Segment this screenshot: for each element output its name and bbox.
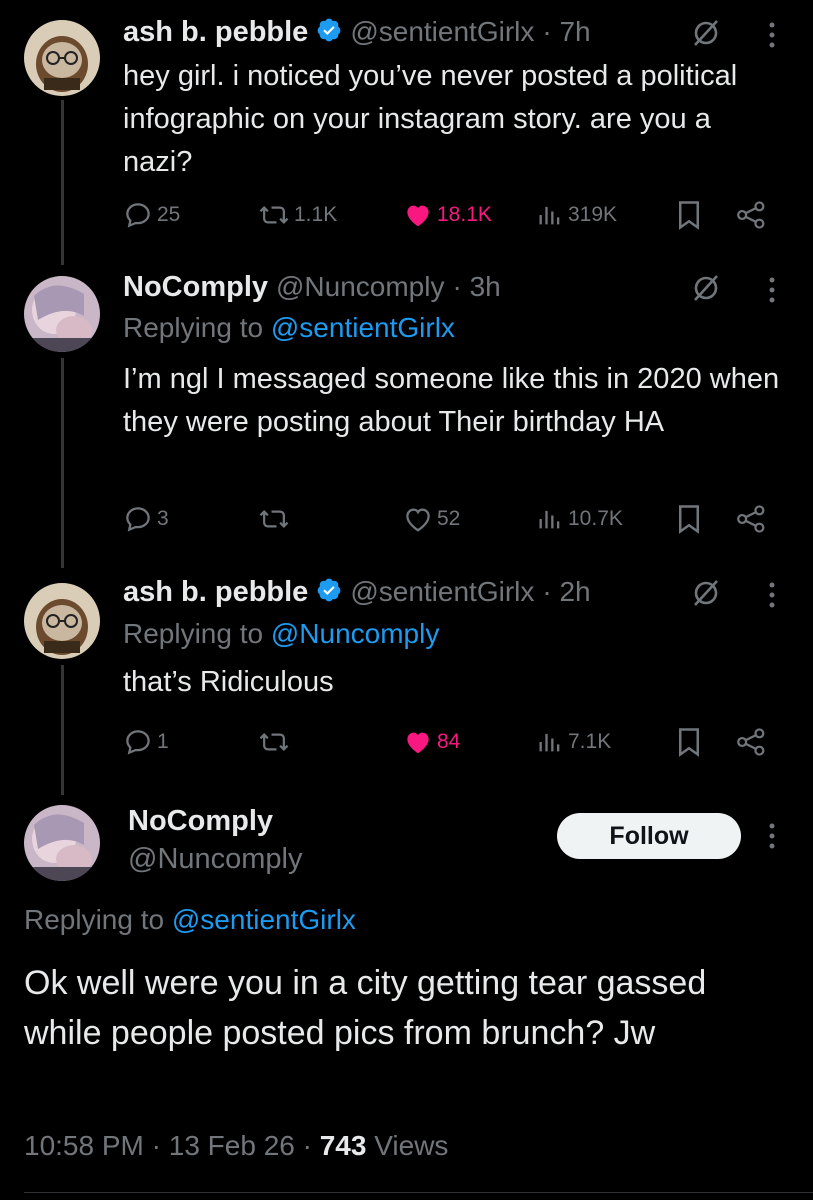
share-button[interactable]	[736, 198, 768, 232]
tweet-body: hey girl. i noticed you’ve never posted …	[123, 60, 738, 178]
like-button[interactable]: 84	[403, 725, 460, 759]
grok-icon[interactable]	[690, 17, 722, 54]
verified-badge-icon	[316, 17, 342, 48]
bookmark-icon	[676, 504, 702, 534]
display-name[interactable]: NoComply	[123, 271, 268, 304]
replying-to: Replying to @sentientGirlx	[24, 904, 356, 936]
tweet-metadata: 10:58 PM · 13 Feb 26 · 743 Views	[24, 1130, 448, 1162]
replying-label: Replying to	[123, 618, 264, 649]
more-icon[interactable]	[767, 821, 777, 856]
avatar-ash-b-pebble[interactable]	[24, 583, 100, 659]
tweet-body: I’m ngl I messaged someone like this in …	[123, 363, 780, 438]
reply-count: 1	[157, 730, 169, 753]
bookmark-button[interactable]	[676, 725, 702, 759]
views-count: 319K	[568, 203, 618, 226]
reply-button[interactable]: 1	[123, 725, 169, 759]
repost-icon	[258, 504, 290, 534]
handle[interactable]: @sentientGirlx	[350, 576, 534, 608]
bookmark-button[interactable]	[676, 502, 702, 536]
like-count: 84	[437, 730, 461, 753]
avatar-ash-b-pebble[interactable]	[24, 20, 100, 96]
thread-line	[61, 100, 64, 265]
like-button[interactable]: 52	[403, 502, 460, 536]
views-label: Views	[374, 1130, 449, 1161]
follow-button[interactable]: Follow	[557, 813, 741, 859]
timestamp[interactable]: · 3h	[452, 271, 500, 303]
replying-to: Replying to @Nuncomply	[123, 618, 439, 650]
like-icon	[403, 504, 433, 534]
like-count: 18.1K	[437, 203, 492, 226]
like-count: 52	[437, 507, 461, 530]
timestamp[interactable]: · 2h	[542, 576, 590, 608]
reply-icon	[123, 200, 153, 230]
views-count: 743	[319, 1130, 367, 1161]
views-icon	[536, 201, 564, 229]
handle[interactable]: @Nuncomply	[128, 843, 303, 876]
tweet-2-header: NoComply @Nuncomply · 3h	[123, 269, 501, 305]
grok-icon[interactable]	[690, 272, 722, 309]
display-name[interactable]: ash b. pebble	[123, 576, 308, 609]
tweet-date[interactable]: · 13 Feb 26 ·	[152, 1130, 312, 1161]
display-name[interactable]: ash b. pebble	[123, 16, 308, 49]
reply-button[interactable]: 3	[123, 502, 169, 536]
more-icon[interactable]	[767, 20, 777, 55]
tweet-1-actions: 25 1.1K 18.1K 319K	[123, 198, 773, 232]
handle[interactable]: @sentientGirlx	[350, 16, 534, 48]
tweet-3-header: ash b. pebble @sentientGirlx · 2h	[123, 574, 591, 610]
reply-count: 25	[157, 203, 181, 226]
views-count: 10.7K	[568, 507, 623, 530]
reply-count: 3	[157, 507, 169, 530]
share-icon	[736, 200, 768, 230]
replying-to: Replying to @sentientGirlx	[123, 312, 455, 344]
repost-button[interactable]	[258, 502, 294, 536]
like-icon	[403, 200, 433, 230]
views-icon	[536, 505, 564, 533]
display-name[interactable]: NoComply	[128, 805, 273, 838]
avatar-nocomply[interactable]	[24, 276, 100, 352]
grok-icon[interactable]	[690, 577, 722, 614]
like-icon	[403, 727, 433, 757]
replying-label: Replying to	[24, 904, 165, 935]
verified-badge-icon	[316, 577, 342, 608]
replying-label: Replying to	[123, 312, 264, 343]
share-button[interactable]	[736, 502, 768, 536]
share-icon	[736, 727, 768, 757]
mention-link[interactable]: @Nuncomply	[271, 618, 439, 649]
tweet-3-actions: 1 84 7.1K	[123, 725, 773, 759]
mention-link[interactable]: @sentientGirlx	[172, 904, 356, 935]
divider	[24, 1192, 813, 1193]
views-button[interactable]: 10.7K	[536, 502, 623, 536]
mention-link[interactable]: @sentientGirlx	[271, 312, 455, 343]
bookmark-button[interactable]	[676, 198, 702, 232]
share-icon	[736, 504, 768, 534]
views-count: 7.1K	[568, 730, 612, 753]
reply-icon	[123, 504, 153, 534]
bookmark-icon	[676, 727, 702, 757]
tweet-body: that’s Ridiculous	[123, 666, 334, 698]
avatar-nocomply[interactable]	[24, 805, 100, 881]
reply-button[interactable]: 25	[123, 198, 180, 232]
views-icon	[536, 728, 564, 756]
repost-icon	[258, 727, 290, 757]
thread-line	[61, 358, 64, 568]
more-icon[interactable]	[767, 275, 777, 310]
reply-icon	[123, 727, 153, 757]
main-tweet-body: Ok well were you in a city getting tear …	[24, 964, 707, 1052]
like-button[interactable]: 18.1K	[403, 198, 492, 232]
repost-icon	[258, 200, 290, 230]
views-button[interactable]: 319K	[536, 198, 617, 232]
handle[interactable]: @Nuncomply	[276, 271, 444, 303]
more-icon[interactable]	[767, 580, 777, 615]
timestamp[interactable]: · 7h	[542, 16, 590, 48]
repost-button[interactable]: 1.1K	[258, 198, 337, 232]
thread-line	[61, 665, 64, 795]
tweet-2-actions: 3 52 10.7K	[123, 502, 773, 536]
tweet-time[interactable]: 10:58 PM	[24, 1130, 144, 1161]
repost-count: 1.1K	[294, 203, 338, 226]
repost-button[interactable]	[258, 725, 294, 759]
share-button[interactable]	[736, 725, 768, 759]
tweet-1-header: ash b. pebble @sentientGirlx · 7h	[123, 14, 591, 50]
bookmark-icon	[676, 200, 702, 230]
views-button[interactable]: 7.1K	[536, 725, 611, 759]
